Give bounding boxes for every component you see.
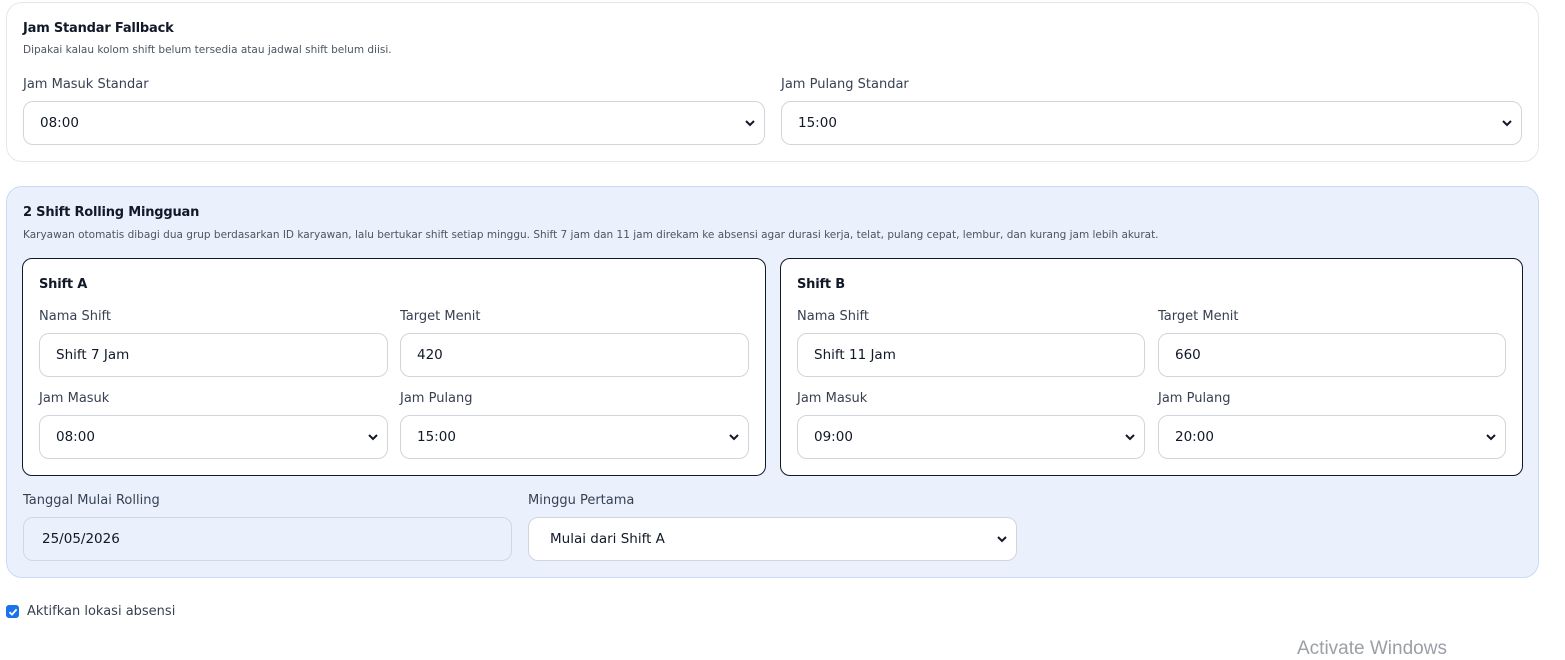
- shift-a-nama-label: Nama Shift: [39, 309, 112, 324]
- chevron-down-icon: [745, 120, 755, 127]
- shift-b-title: Shift B: [797, 277, 845, 292]
- minggu-pertama-label: Minggu Pertama: [528, 493, 635, 508]
- shift-a-pulang-select[interactable]: 15:00: [400, 415, 749, 459]
- fallback-description: Dipakai kalau kolom shift belum tersedia…: [23, 44, 392, 56]
- shift-a-pulang-value: 15:00: [417, 429, 456, 445]
- lokasi-absensi-label: Aktifkan lokasi absensi: [27, 604, 176, 619]
- fallback-title: Jam Standar Fallback: [23, 21, 174, 36]
- chevron-down-icon: [997, 536, 1007, 543]
- shift-b-nama-label: Nama Shift: [797, 309, 870, 324]
- chevron-down-icon: [368, 434, 378, 441]
- jam-masuk-standar-select[interactable]: 08:00: [23, 101, 765, 145]
- rolling-description: Karyawan otomatis dibagi dua grup berdas…: [23, 229, 1159, 241]
- shift-b-masuk-label: Jam Masuk: [797, 391, 868, 406]
- shift-b-nama-input[interactable]: Shift 11 Jam: [797, 333, 1145, 377]
- jam-pulang-standar-value: 15:00: [798, 115, 837, 131]
- shift-a-nama-value: Shift 7 Jam: [56, 347, 130, 363]
- chevron-down-icon: [729, 434, 739, 441]
- shift-a-masuk-value: 08:00: [56, 429, 95, 445]
- jam-masuk-standar-value: 08:00: [40, 115, 79, 131]
- shift-a-target-label: Target Menit: [400, 309, 481, 324]
- shift-a-target-value: 420: [417, 347, 443, 363]
- shift-a-title: Shift A: [39, 277, 88, 292]
- jam-masuk-standar-label: Jam Masuk Standar: [23, 77, 149, 92]
- minggu-pertama-select[interactable]: Mulai dari Shift A: [528, 517, 1017, 561]
- tanggal-mulai-value: 25/05/2026: [42, 531, 120, 547]
- shift-b-pulang-label: Jam Pulang: [1158, 391, 1231, 406]
- shift-b-pulang-value: 20:00: [1175, 429, 1214, 445]
- shift-b-target-value: 660: [1175, 347, 1201, 363]
- shift-a-pulang-label: Jam Pulang: [400, 391, 473, 406]
- tanggal-mulai-label: Tanggal Mulai Rolling: [23, 493, 160, 508]
- jam-pulang-standar-label: Jam Pulang Standar: [781, 77, 909, 92]
- shift-b-masuk-value: 09:00: [814, 429, 853, 445]
- shift-b-nama-value: Shift 11 Jam: [814, 347, 896, 363]
- shift-b-pulang-select[interactable]: 20:00: [1158, 415, 1506, 459]
- shift-a-nama-input[interactable]: Shift 7 Jam: [39, 333, 388, 377]
- shift-a-masuk-select[interactable]: 08:00: [39, 415, 388, 459]
- activate-windows-watermark: Activate Windows: [1297, 638, 1447, 659]
- jam-pulang-standar-select[interactable]: 15:00: [781, 101, 1522, 145]
- shift-b-target-label: Target Menit: [1158, 309, 1239, 324]
- shift-a-target-input[interactable]: 420: [400, 333, 749, 377]
- lokasi-absensi-checkbox[interactable]: [6, 605, 19, 618]
- check-icon: [8, 608, 18, 616]
- shift-b-masuk-select[interactable]: 09:00: [797, 415, 1145, 459]
- minggu-pertama-value: Mulai dari Shift A: [550, 531, 665, 547]
- shift-a-masuk-label: Jam Masuk: [39, 391, 110, 406]
- chevron-down-icon: [1125, 434, 1135, 441]
- rolling-title: 2 Shift Rolling Mingguan: [23, 205, 200, 220]
- tanggal-mulai-input[interactable]: 25/05/2026: [23, 517, 512, 561]
- chevron-down-icon: [1486, 434, 1496, 441]
- chevron-down-icon: [1502, 120, 1512, 127]
- shift-b-target-input[interactable]: 660: [1158, 333, 1506, 377]
